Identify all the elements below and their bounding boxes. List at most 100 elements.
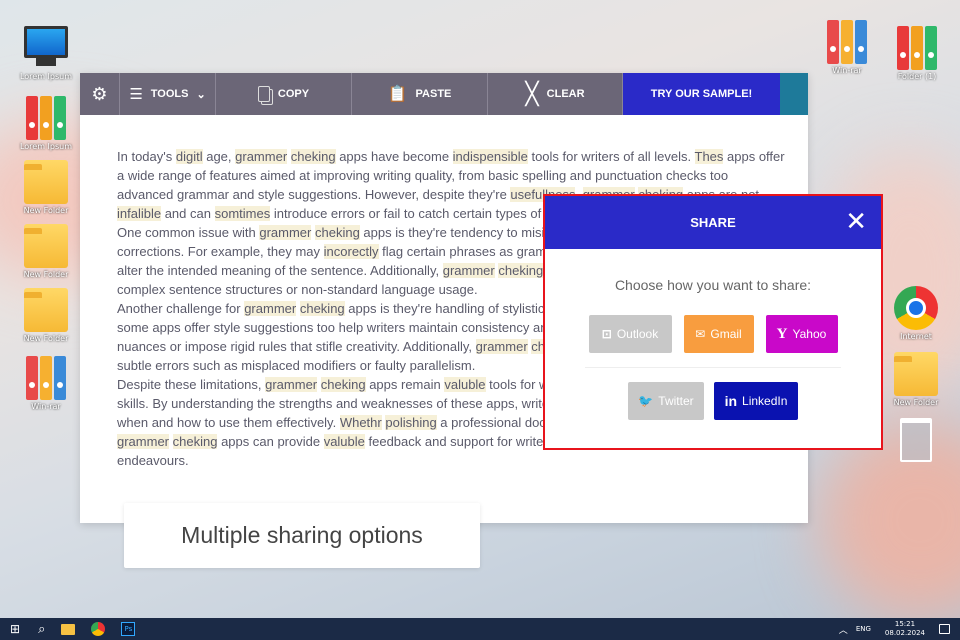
misspelled-word[interactable]: grammer	[265, 377, 318, 392]
chevron-down-icon: ⌄	[196, 88, 206, 101]
chevron-up-icon[interactable]: ︿	[839, 623, 848, 636]
text-segment: a professional docu	[436, 415, 554, 430]
misspelled-word[interactable]: grammer	[442, 263, 495, 278]
share-dialog: SHARE ✕ Choose how you want to share: ⊡ Ou…	[543, 194, 883, 450]
share-header: SHARE ✕	[545, 196, 881, 249]
clear-button[interactable]: ╳ CLEAR	[488, 73, 623, 115]
chrome-icon	[894, 286, 938, 330]
misspelled-word[interactable]: grammer	[259, 225, 312, 240]
twitter-icon: 🐦	[638, 394, 654, 408]
misspelled-word[interactable]: cheking	[320, 377, 366, 392]
paste-button[interactable]: 📋 PASTE	[352, 73, 488, 115]
misspelled-word[interactable]: infalible	[117, 206, 162, 221]
chrome-icon[interactable]	[91, 622, 106, 636]
text-segment: and can	[161, 206, 215, 221]
misspelled-word[interactable]: cheking	[299, 301, 345, 316]
share-outlook-button[interactable]: ⊡ Outlook	[588, 315, 672, 353]
desktop-icon-winrar[interactable]: Win-rar	[815, 20, 879, 75]
yahoo-icon: Y	[776, 325, 788, 342]
desktop-icon-winrar[interactable]: Win-rar	[14, 356, 78, 411]
share-linkedin-button[interactable]: in LinkedIn	[714, 382, 798, 420]
binders-icon	[895, 26, 939, 70]
misspelled-word[interactable]: grammer	[235, 149, 288, 164]
desktop-icon-folder[interactable]: New Folder	[14, 160, 78, 215]
language-indicator[interactable]: ENG	[856, 625, 871, 633]
misspelled-word[interactable]: somtimes	[214, 206, 271, 221]
folder-icon	[24, 288, 68, 332]
misspelled-word[interactable]: Whethr	[339, 415, 382, 430]
misspelled-word[interactable]: Thes	[694, 149, 724, 164]
text-segment: corrections. For example, they may	[117, 244, 324, 259]
text-segment: skills. By understanding the strengths a…	[117, 396, 560, 411]
photoshop-icon[interactable]: Ps	[121, 622, 136, 636]
misspelled-word[interactable]: polishing	[385, 415, 437, 430]
text-segment: alter the intended meaning of the senten…	[117, 263, 443, 278]
text-segment: apps have become	[335, 149, 453, 164]
misspelled-word[interactable]: cheking	[290, 149, 336, 164]
misspelled-word[interactable]: grammer	[244, 301, 297, 316]
text-segment: Another challenge for	[117, 301, 245, 316]
text-segment: feedback and support for writers	[364, 434, 555, 449]
misspelled-word[interactable]: valuble	[444, 377, 486, 392]
gear-icon: ⚙	[91, 83, 108, 104]
folder-icon	[24, 224, 68, 268]
tools-button[interactable]: ☰ TOOLS ⌄	[120, 73, 216, 115]
text-segment: endeavours.	[117, 453, 189, 468]
copy-button[interactable]: COPY	[216, 73, 352, 115]
desktop-icon-folder[interactable]: New Folder	[14, 288, 78, 343]
desktop-icon-binders[interactable]: Lorem Ipsum	[14, 96, 78, 151]
misspelled-word[interactable]: indispensible	[452, 149, 528, 164]
caption-label: Multiple sharing options	[124, 503, 480, 568]
text-line: endeavours.	[117, 451, 785, 470]
misspelled-word[interactable]: digitl	[175, 149, 203, 164]
misspelled-word[interactable]: cheking	[172, 434, 218, 449]
text-segment: nuances or impose rigid rules that stifl…	[117, 339, 476, 354]
try-sample-button[interactable]: TRY OUR SAMPLE!	[623, 73, 780, 115]
search-icon[interactable]: ⌕	[38, 622, 45, 637]
outlook-icon: ⊡	[601, 327, 612, 341]
copy-icon	[257, 86, 270, 102]
menu-icon: ☰	[129, 86, 143, 103]
desktop-icon-computer[interactable]: Lorem Ipsum	[14, 26, 78, 81]
misspelled-word[interactable]: incorectly	[323, 244, 379, 259]
desktop-icon-folder[interactable]: New Folder	[14, 224, 78, 279]
linkedin-icon: in	[724, 393, 738, 409]
misspelled-word[interactable]: valuble	[323, 434, 365, 449]
misspelled-word[interactable]: cheking	[498, 263, 544, 278]
text-segment: apps is they're handling of stylistic	[344, 301, 545, 316]
share-yahoo-button[interactable]: Y Yahoo	[765, 315, 838, 353]
text-segment: apps is they're tendency to misin	[359, 225, 552, 240]
misspelled-word[interactable]: cheking	[314, 225, 360, 240]
windows-start-icon[interactable]: ⊞	[10, 622, 20, 636]
close-icon: ╳	[525, 81, 539, 106]
winrar-icon	[24, 356, 68, 400]
misspelled-word[interactable]: grammer	[117, 434, 170, 449]
toolbar: ⚙ ☰ TOOLS ⌄ COPY 📋 PASTE ╳ CLEAR TRY OUR SAM…	[80, 73, 808, 115]
settings-button[interactable]: ⚙	[80, 73, 120, 115]
desktop-icon-binders[interactable]: Folder (1)	[885, 26, 949, 81]
text-segment: In today's	[117, 149, 176, 164]
text-segment: apps offer	[723, 149, 785, 164]
text-segment: One common issue with	[117, 225, 260, 240]
share-gmail-button[interactable]: ✉ Gmail	[683, 315, 754, 353]
close-icon[interactable]: ✕	[845, 208, 867, 234]
notification-icon[interactable]	[939, 624, 950, 634]
winrar-icon	[825, 20, 869, 64]
misspelled-word[interactable]: grammer	[475, 339, 528, 354]
computer-icon	[24, 26, 68, 70]
divider	[585, 367, 841, 368]
desktop-icon-chrome[interactable]: Internet	[884, 286, 948, 341]
folder-icon	[24, 160, 68, 204]
text-segment: age,	[202, 149, 236, 164]
share-twitter-button[interactable]: 🐦 Twitter	[628, 382, 704, 420]
text-segment: Despite these limitations,	[117, 377, 266, 392]
clock[interactable]: 15:21 08.02.2024	[885, 620, 925, 638]
text-segment: a wide range of features aimed at improv…	[117, 168, 729, 183]
clipboard-icon: 📋	[387, 86, 408, 103]
recycle-bin-icon[interactable]	[884, 418, 948, 464]
text-segment: when and how to use them effectively.	[117, 415, 340, 430]
desktop-icon-folder[interactable]: New Folder	[884, 352, 948, 407]
file-explorer-icon[interactable]	[61, 623, 76, 635]
text-segment: flag certain phrases as gramm	[378, 244, 558, 259]
text-segment: introduce errors or fail to catch certai…	[270, 206, 556, 221]
